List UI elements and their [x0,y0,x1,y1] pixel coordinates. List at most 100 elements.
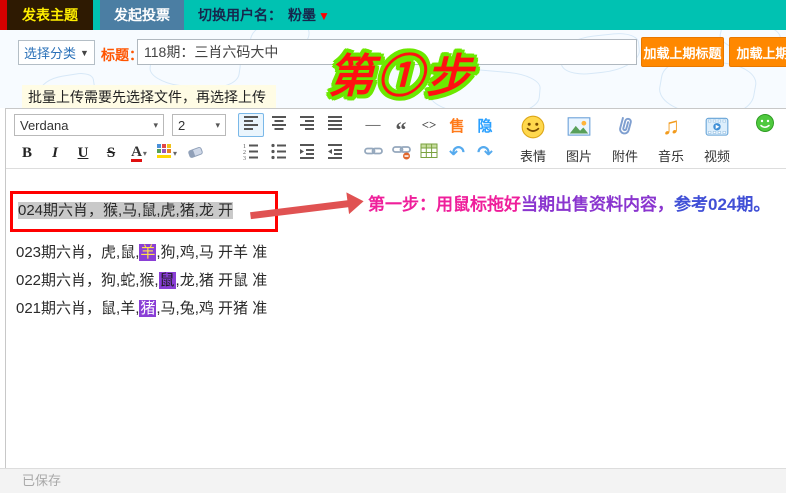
current-username[interactable]: 粉墨 [288,7,316,23]
underline-button[interactable]: U [70,141,96,165]
insert-table-button[interactable] [416,141,442,165]
undo-icon: ↶ [449,142,465,164]
strikethrough-button[interactable]: S [98,141,124,165]
ordered-list-button[interactable]: 123 [238,141,264,165]
align-right-icon [298,114,316,136]
green-emoticon-button[interactable] [752,113,778,137]
content-line-024: 024期六肖，猴,马,鼠,虎,猪,龙 开 [16,191,278,232]
emoticon-label: 表情 [520,146,546,165]
indent-button[interactable] [294,141,320,165]
highlight-color-button[interactable]: ▾ [154,141,180,165]
content-line-021: 021期六肖，鼠,羊,猪,马,兔,鸡 开猪 准 [16,295,278,323]
line-text: 022期六肖，狗,蛇,猴, [16,272,159,289]
chevron-down-icon: ▾ [143,149,147,158]
align-center-icon [270,114,288,136]
switch-username: 切换用户名：粉墨▼ [198,0,330,30]
line-text: ,狗,鸡,马 开羊 准 [156,244,267,261]
redo-icon: ↷ [477,142,493,164]
font-color-button[interactable]: A ▾ [126,141,152,165]
italic-icon: I [52,145,58,162]
arrow-head-icon [346,190,365,214]
code-icon: <> [422,117,437,133]
horizontal-rule-icon: — [366,117,381,134]
hidden-content-button[interactable]: 隐 [472,113,498,137]
insert-link-button[interactable] [360,141,386,165]
music-label: 音乐 [658,146,684,165]
rich-text-editor: Verdana ▾ 2 ▾ B I U S A ▾ [5,108,786,468]
music-note-icon: ♫ [662,114,680,140]
annotation-text: 当期出售资料内容， [521,195,674,214]
load-previous-content-button[interactable]: 加载上期内 [729,37,786,67]
toolbar-paragraph-group: 123 [238,112,348,166]
align-right-button[interactable] [294,113,320,137]
tab-start-vote[interactable]: 发起投票 [100,0,184,30]
color-palette-icon [157,144,172,163]
insert-image-button[interactable]: 图片 [558,112,600,166]
align-left-button[interactable] [238,113,264,137]
step-1-badge: 第①步 [328,40,475,106]
align-justify-icon [326,114,344,136]
strikethrough-icon: S [107,145,115,162]
bold-icon: B [22,145,32,162]
insert-attachment-button[interactable]: 附件 [604,112,646,166]
insert-video-button[interactable]: 视频 [696,112,738,166]
editor-status-bar: 已保存 [0,468,786,493]
align-justify-button[interactable] [322,113,348,137]
italic-button[interactable]: I [42,141,68,165]
content-lines: 024期六肖，猴,马,鼠,虎,猪,龙 开 023期六肖，虎,鼠,羊,狗,鸡,马 … [16,191,278,323]
editor-content-area[interactable]: 024期六肖，猴,马,鼠,虎,猪,龙 开 023期六肖，虎,鼠,羊,狗,鸡,马 … [6,169,786,468]
font-size-select[interactable]: 2 ▾ [172,114,226,136]
username-dropdown-caret-icon[interactable]: ▼ [318,9,330,23]
video-icon [704,114,730,145]
chevron-down-icon: ▼ [80,48,89,58]
content-line-022: 022期六肖，狗,蛇,猴,鼠,龙,猪 开鼠 准 [16,267,278,295]
annotation-text: 第一步：用鼠标拖好 [368,195,521,214]
step-annotation: 第一步：用鼠标拖好当期出售资料内容，参考024期。 [368,190,770,215]
svg-text:3: 3 [243,156,246,160]
unlink-icon [392,142,411,164]
selected-text[interactable]: 024期六肖，猴,马,鼠,虎,猪,龙 开 [18,202,233,219]
chevron-down-icon: ▾ [215,120,220,131]
unordered-list-icon [270,142,288,164]
toolbar-font-group: Verdana ▾ 2 ▾ B I U S A ▾ [14,112,226,166]
red-highlight-box: 024期六肖，猴,马,鼠,虎,猪,龙 开 [10,191,278,232]
toolbar-media-group: 表情 图片 附件 ♫ 音乐 视频 [510,112,740,166]
toolbar-insert-group: — “ <> 售 隐 ↶ ↷ [360,112,498,166]
blockquote-button[interactable]: “ [388,113,414,137]
horizontal-rule-button[interactable]: — [360,113,386,137]
image-icon [566,114,592,145]
insert-music-button[interactable]: ♫ 音乐 [650,112,692,166]
align-center-button[interactable] [266,113,292,137]
load-previous-title-button[interactable]: 加载上期标题 [641,37,724,67]
green-smiley-icon [755,113,775,137]
remove-format-button[interactable] [182,141,208,165]
category-select-label: 选择分类 [24,43,76,62]
insert-emoticon-button[interactable]: 表情 [512,112,554,166]
video-label: 视频 [704,146,730,165]
content-line-023: 023期六肖，虎,鼠,羊,狗,鸡,马 开羊 准 [16,239,278,267]
indent-icon [298,142,316,164]
category-select[interactable]: 选择分类 ▼ [18,40,95,65]
annotation-text: 参考024期。 [674,195,770,214]
align-left-icon [242,114,260,136]
outdent-icon [326,142,344,164]
image-label: 图片 [566,146,592,165]
font-family-select[interactable]: Verdana ▾ [14,114,164,136]
bold-button[interactable]: B [14,141,40,165]
outdent-button[interactable] [322,141,348,165]
sell-content-button[interactable]: 售 [444,113,470,137]
undo-button[interactable]: ↶ [444,141,470,165]
redo-button[interactable]: ↷ [472,141,498,165]
quote-icon: “ [396,115,407,135]
line-text: 023期六肖，虎,鼠, [16,244,139,261]
marked-zodiac: 猪 [139,300,156,317]
eraser-icon [186,142,204,164]
remove-link-button[interactable] [388,141,414,165]
unordered-list-button[interactable] [266,141,292,165]
tab-gap [93,0,100,30]
attachment-label: 附件 [612,146,638,165]
code-button[interactable]: <> [416,113,442,137]
table-icon [420,142,438,164]
ordered-list-icon: 123 [242,142,260,164]
tab-publish-topic[interactable]: 发表主题 [7,0,93,30]
